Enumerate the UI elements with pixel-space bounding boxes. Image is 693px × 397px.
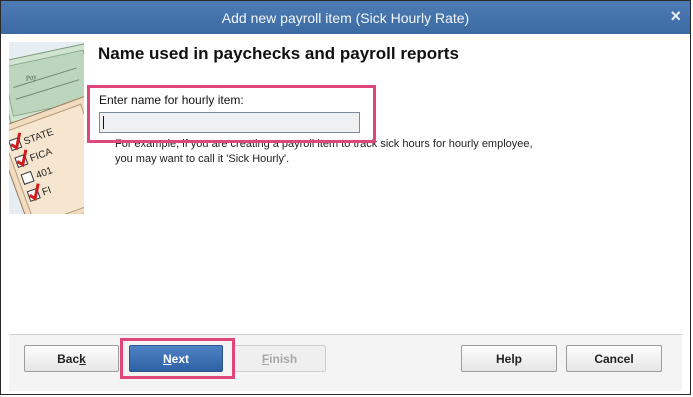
paycheck-checklist-illustration: Pay STATE FICA 401 FI [9, 42, 84, 214]
help-button[interactable]: Help [461, 345, 557, 372]
cancel-button[interactable]: Cancel [566, 345, 662, 372]
close-icon[interactable]: × [670, 7, 681, 25]
payroll-item-dialog: Add new payroll item (Sick Hourly Rate) … [0, 0, 691, 395]
name-field-highlight [87, 85, 376, 143]
window-title: Add new payroll item (Sick Hourly Rate) [221, 10, 470, 26]
page-heading: Name used in paychecks and payroll repor… [98, 44, 459, 63]
finish-label-post: inish [269, 351, 298, 366]
wizard-footer: Back Next Finish Help Cancel [9, 334, 682, 391]
back-label-accel: k [79, 351, 86, 366]
back-label-pre: Bac [57, 351, 80, 366]
finish-button[interactable]: Finish [233, 345, 326, 372]
wizard-content: Pay STATE FICA 401 FI Name used in paych… [9, 34, 682, 334]
title-bar[interactable]: Add new payroll item (Sick Hourly Rate) … [1, 1, 690, 34]
back-button[interactable]: Back [24, 345, 119, 372]
next-button-highlight [120, 338, 235, 379]
